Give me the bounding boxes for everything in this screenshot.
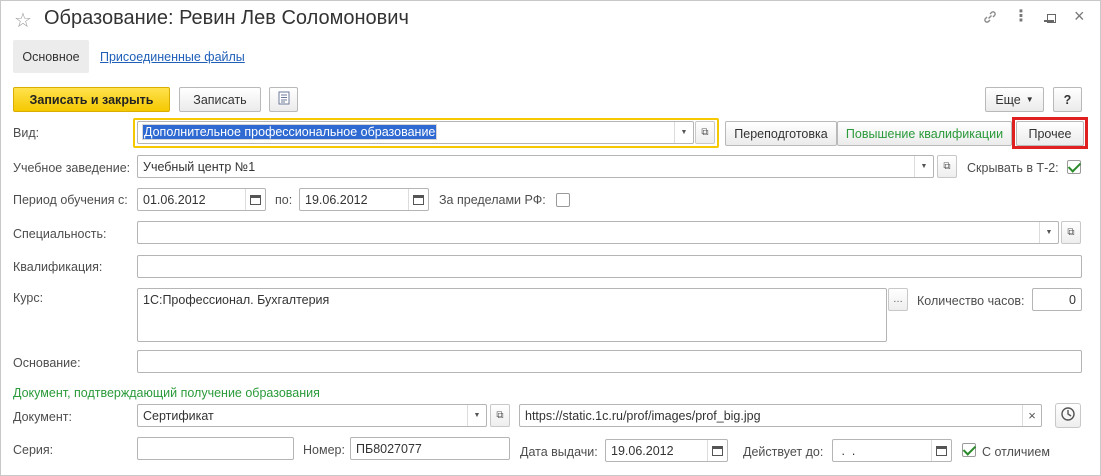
document-value: Сертификат — [143, 409, 214, 423]
honors-checkbox[interactable] — [962, 443, 976, 457]
qualification-input[interactable] — [137, 255, 1082, 278]
chevron-down-icon[interactable]: ▼ — [914, 156, 933, 177]
period-from-value: 01.06.2012 — [143, 193, 206, 207]
maximize-icon[interactable] — [1047, 14, 1056, 23]
more-menu-icon[interactable]: ⋮ — [1013, 6, 1029, 26]
document-section-title: Документ, подтверждающий получение образ… — [13, 386, 320, 400]
open-icon[interactable]: ⧉ — [937, 155, 957, 178]
calendar-icon[interactable] — [707, 440, 727, 461]
issue-date-value: 19.06.2012 — [611, 444, 674, 458]
issue-date-label: Дата выдачи: — [520, 445, 598, 459]
calendar-icon[interactable] — [931, 440, 951, 461]
chevron-down-icon[interactable]: ▼ — [1039, 222, 1058, 243]
chevron-down-icon[interactable]: ▼ — [674, 122, 693, 143]
basis-input[interactable] — [137, 350, 1082, 373]
help-button[interactable]: ? — [1053, 87, 1082, 112]
period-to-input[interactable]: 19.06.2012 — [299, 188, 429, 211]
quick-retraining-button[interactable]: Переподготовка — [725, 121, 837, 146]
period-from-label: Период обучения с: — [13, 193, 128, 207]
institution-input[interactable]: Учебный центр №1 ▼ — [137, 155, 934, 178]
basis-label: Основание: — [13, 356, 81, 370]
period-to-value: 19.06.2012 — [305, 193, 368, 207]
course-textarea[interactable]: 1С:Профессионал. Бухгалтерия — [137, 288, 887, 342]
document-url-input[interactable]: https://static.1c.ru/prof/images/prof_bi… — [519, 404, 1042, 427]
more-button-label: Еще — [995, 92, 1021, 107]
tab-attached-files[interactable]: Присоединенные файлы — [100, 50, 245, 64]
link-icon[interactable] — [982, 9, 998, 28]
quick-other-button[interactable]: Прочее — [1016, 121, 1084, 146]
valid-until-input[interactable]: . . — [832, 439, 952, 462]
specialty-input[interactable]: ▼ — [137, 221, 1059, 244]
institution-label: Учебное заведение: — [13, 161, 131, 175]
period-from-input[interactable]: 01.06.2012 — [137, 188, 266, 211]
favorite-star-icon[interactable]: ☆ — [14, 8, 32, 33]
document-list-icon — [278, 91, 290, 108]
honors-label: С отличием — [982, 445, 1050, 459]
document-input[interactable]: Сертификат ▼ — [137, 404, 487, 427]
page-title: Образование: Ревин Лев Соломонович — [44, 7, 409, 29]
refresh-icon — [1060, 406, 1076, 425]
vid-input[interactable]: Дополнительное профессиональное образова… — [137, 121, 694, 144]
course-select-button[interactable]: … — [888, 288, 908, 311]
course-value: 1С:Профессионал. Бухгалтерия — [143, 293, 330, 307]
chevron-down-icon: ▼ — [1025, 95, 1034, 104]
close-icon[interactable]: × — [1074, 6, 1085, 27]
number-label: Номер: — [303, 443, 345, 457]
calendar-icon[interactable] — [408, 189, 428, 210]
more-button[interactable]: Еще ▼ — [985, 87, 1044, 112]
specialty-label: Специальность: — [13, 227, 107, 241]
hours-label: Количество часов: — [917, 294, 1025, 308]
abroad-checkbox[interactable] — [556, 193, 570, 207]
series-label: Серия: — [13, 443, 54, 457]
number-input[interactable]: ПБ8027077 — [350, 437, 510, 460]
save-button[interactable]: Записать — [179, 87, 261, 112]
attach-file-button[interactable] — [1055, 403, 1081, 428]
hide-t2-checkbox[interactable] — [1067, 160, 1081, 174]
open-icon[interactable]: ⧉ — [695, 121, 715, 144]
clear-icon[interactable]: × — [1022, 405, 1041, 426]
document-label: Документ: — [13, 410, 72, 424]
series-input[interactable] — [137, 437, 294, 460]
open-icon[interactable]: ⧉ — [490, 404, 510, 427]
tab-main[interactable]: Основное — [13, 40, 89, 73]
document-url-value: https://static.1c.ru/prof/images/prof_bi… — [525, 409, 761, 423]
save-close-button[interactable]: Записать и закрыть — [13, 87, 170, 112]
vid-value: Дополнительное профессиональное образова… — [141, 124, 438, 140]
issue-date-input[interactable]: 19.06.2012 — [605, 439, 728, 462]
hours-input[interactable]: 0 — [1032, 288, 1082, 311]
open-icon[interactable]: ⧉ — [1061, 221, 1081, 244]
number-value: ПБ8027077 — [356, 442, 422, 456]
calendar-icon[interactable] — [245, 189, 265, 210]
qualification-label: Квалификация: — [13, 260, 103, 274]
quick-qualification-button[interactable]: Повышение квалификации — [837, 121, 1012, 146]
hours-value: 0 — [1069, 293, 1076, 307]
report-button[interactable] — [269, 87, 298, 112]
abroad-label: За пределами РФ: — [439, 193, 546, 207]
vid-label: Вид: — [13, 126, 40, 140]
hide-t2-label: Скрывать в Т-2: — [967, 161, 1059, 175]
institution-value: Учебный центр №1 — [143, 160, 256, 174]
course-label: Курс: — [13, 291, 44, 305]
valid-until-label: Действует до: — [743, 445, 824, 459]
valid-until-value: . . — [838, 444, 856, 458]
period-to-label: по: — [275, 193, 293, 207]
chevron-down-icon[interactable]: ▼ — [467, 405, 486, 426]
